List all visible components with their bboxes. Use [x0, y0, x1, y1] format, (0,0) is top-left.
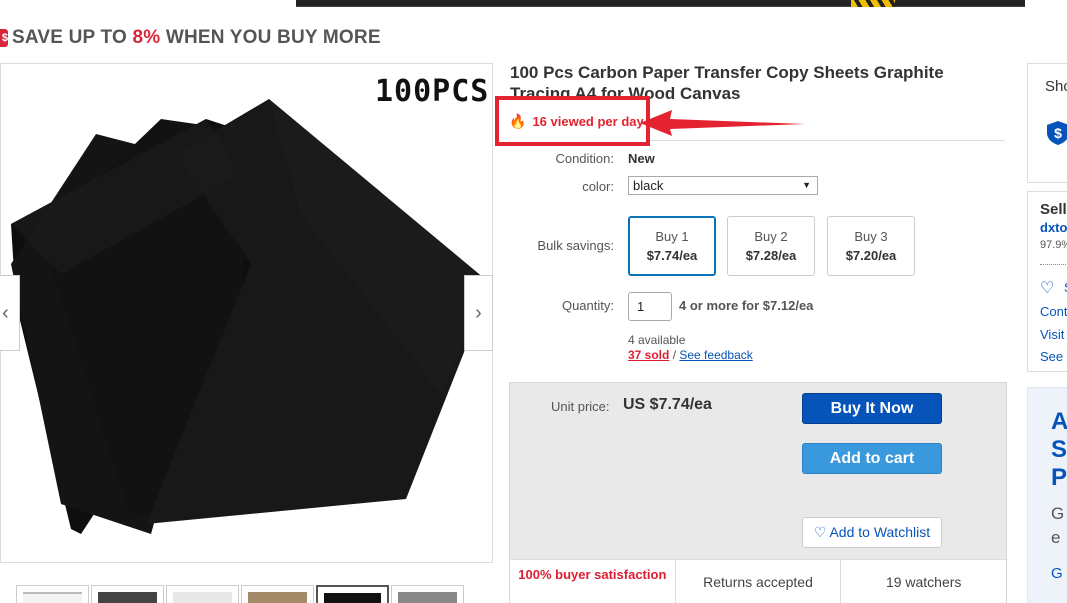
- multi-buy-text: SAVE UP TO 8% WHEN YOU BUY MORE: [12, 27, 381, 48]
- seller-name-link[interactable]: dxto: [1040, 220, 1067, 235]
- add-to-watchlist-button[interactable]: ♡ Add to Watchlist: [802, 517, 942, 548]
- color-selected-value: black: [633, 178, 664, 193]
- item-stats-bar: 100% buyer satisfaction Returns accepted…: [510, 559, 1006, 603]
- seller-info-title: Sell: [1040, 201, 1067, 218]
- available-count: 4 available: [628, 333, 686, 347]
- multi-buy-percent: 8%: [132, 27, 161, 48]
- heart-icon: ♡: [813, 524, 827, 540]
- visit-store-link[interactable]: Visit: [1040, 327, 1064, 342]
- color-select[interactable]: black ▼: [628, 176, 818, 195]
- thumbnail[interactable]: [16, 585, 89, 603]
- chevron-left-icon: ‹: [2, 301, 9, 324]
- shop-with-confidence-panel: Sho $: [1027, 63, 1067, 183]
- views-per-day-badge: 🔥 16 viewed per day: [495, 96, 650, 146]
- ad-heading-line: S: [1051, 436, 1067, 463]
- quantity-input[interactable]: 1: [628, 292, 672, 321]
- carbon-sheets-image: [11, 99, 491, 534]
- prev-image-button[interactable]: ‹: [0, 275, 20, 351]
- bulk-option-3[interactable]: Buy 3 $7.20/ea: [827, 216, 915, 276]
- chevron-right-icon: ›: [475, 301, 482, 324]
- tag-icon: $: [0, 29, 8, 47]
- unit-price-label: Unit price:: [551, 399, 610, 414]
- condition-label: Condition:: [555, 151, 614, 166]
- quantity-discount-note: 4 or more for $7.12/ea: [679, 298, 814, 313]
- annotation-arrow-icon: [640, 110, 805, 136]
- views-text: 16 viewed per day: [532, 113, 644, 129]
- condition-value: New: [628, 151, 655, 166]
- ad-heading-line: A: [1051, 408, 1067, 435]
- chevron-down-icon: ▼: [802, 180, 811, 190]
- bulk-option-1[interactable]: Buy 1 $7.74/ea: [628, 216, 716, 276]
- add-to-cart-button[interactable]: Add to cart: [802, 443, 942, 474]
- buy-it-now-button[interactable]: Buy It Now: [802, 393, 942, 424]
- see-other-items-link[interactable]: See: [1040, 349, 1063, 364]
- quantity-label: Quantity:: [561, 298, 614, 313]
- thumbnail-selected[interactable]: [316, 585, 389, 603]
- thumbnail[interactable]: [391, 585, 464, 603]
- thumbnail[interactable]: [91, 585, 164, 603]
- bulk-option-price: $7.20/ea: [845, 248, 897, 263]
- buyer-satisfaction: 100% buyer satisfaction: [510, 560, 676, 603]
- contact-seller-link[interactable]: Cont: [1040, 304, 1067, 319]
- fire-icon: 🔥: [509, 112, 527, 129]
- watchlist-label: Add to Watchlist: [829, 524, 931, 540]
- ad-link[interactable]: G: [1051, 565, 1063, 582]
- next-image-button[interactable]: ›: [464, 275, 493, 351]
- bulk-savings-label: Bulk savings:: [537, 238, 614, 253]
- bulk-option-2[interactable]: Buy 2 $7.28/ea: [727, 216, 815, 276]
- watchers-count: 19 watchers: [885, 574, 962, 590]
- thumbnail-strip: [16, 585, 464, 603]
- ad-text-line: G: [1051, 504, 1065, 523]
- divider: [1040, 264, 1067, 265]
- bulk-option-price: $7.28/ea: [745, 248, 797, 263]
- bulk-option-label: Buy 3: [854, 229, 888, 244]
- main-product-image[interactable]: 100PCS: [0, 63, 493, 563]
- thumbnail[interactable]: [241, 585, 314, 603]
- thumbnail[interactable]: [166, 585, 239, 603]
- panel-title: Sho: [1045, 78, 1067, 95]
- ad-heading-line: P: [1051, 464, 1067, 491]
- multi-buy-banner: $ SAVE UP TO 8% WHEN YOU BUY MORE: [0, 26, 381, 50]
- svg-text:$: $: [1054, 125, 1062, 141]
- heart-icon[interactable]: ♡: [1040, 278, 1054, 298]
- returns-accepted: Returns accepted: [676, 560, 842, 603]
- seller-feedback-percent: 97.9%: [1040, 239, 1067, 251]
- unit-price-value: US $7.74/ea: [623, 396, 712, 413]
- ad-text-line: e: [1051, 528, 1061, 547]
- sold-feedback-line: 37 sold / See feedback: [628, 348, 753, 362]
- purchase-panel: Unit price: US $7.74/ea Buy It Now Add t…: [509, 382, 1007, 603]
- color-label: color:: [582, 179, 614, 194]
- sold-count-link[interactable]: 37 sold: [628, 348, 669, 362]
- bulk-option-price: $7.74/ea: [646, 248, 698, 263]
- banner-stripe: [851, 0, 895, 7]
- bulk-option-label: Buy 1: [655, 229, 689, 244]
- shield-dollar-icon: $: [1047, 121, 1067, 145]
- see-feedback-link[interactable]: See feedback: [679, 348, 752, 362]
- seller-info-panel: Sell dxto 97.9% ♡ S Cont Visit See: [1027, 191, 1067, 372]
- side-ad-panel[interactable]: A S P G e G: [1027, 387, 1067, 603]
- bulk-option-label: Buy 2: [754, 229, 788, 244]
- image-caption: 100PCS: [375, 74, 490, 109]
- top-ad-banner[interactable]: [296, 0, 1025, 7]
